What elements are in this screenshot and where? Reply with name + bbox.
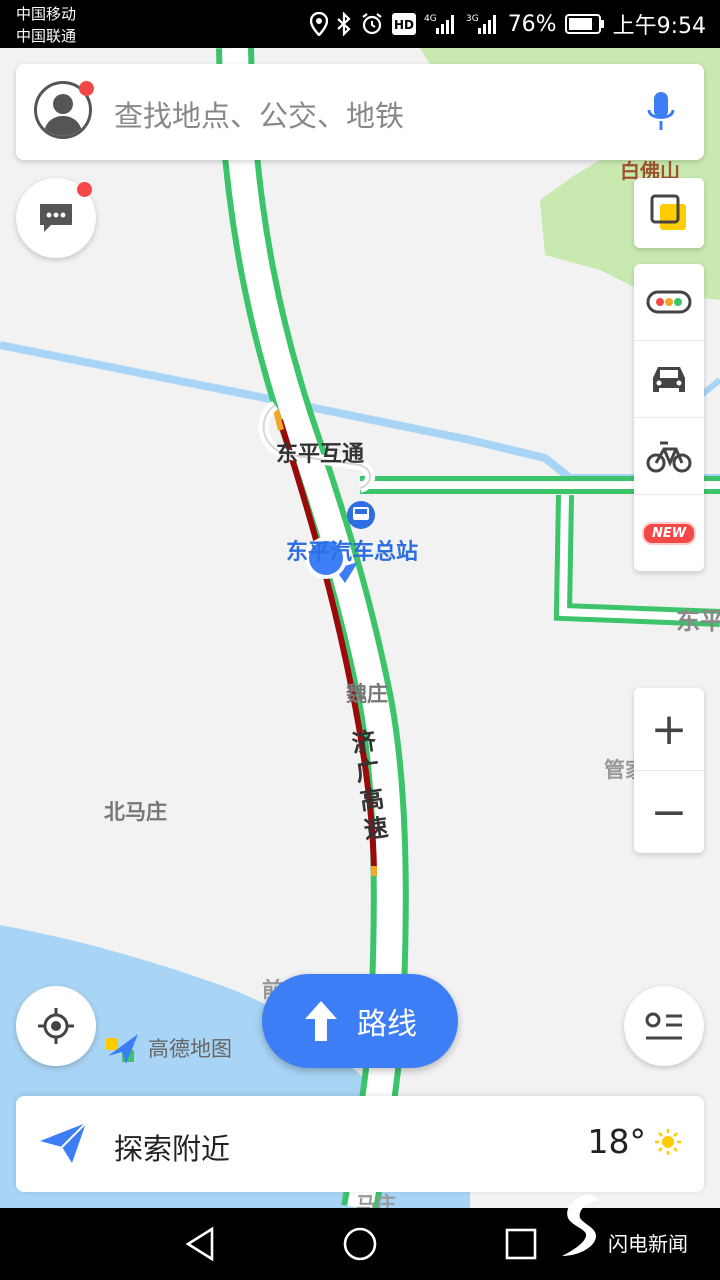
taxi-button[interactable] bbox=[634, 341, 704, 418]
car-icon bbox=[653, 367, 685, 392]
amap-logo-text: 高德地图 bbox=[148, 1037, 232, 1061]
amap-logo-icon bbox=[106, 1034, 138, 1064]
home-icon[interactable] bbox=[342, 1226, 378, 1262]
label-bus-station[interactable]: 东平汽车总站 bbox=[286, 534, 418, 566]
label-dongping-edge[interactable]: 东平 bbox=[676, 601, 720, 636]
traffic-toggle[interactable] bbox=[634, 264, 704, 341]
bluetooth-icon bbox=[336, 12, 351, 36]
zoom-out-button[interactable]: − bbox=[634, 771, 704, 853]
status-icons: HD 4G 3G 76% 上午9:54 bbox=[309, 9, 706, 39]
battery-percent: 76% bbox=[507, 11, 557, 37]
news-watermark-text: 闪电新闻 bbox=[608, 1231, 688, 1256]
bus-station-icon bbox=[347, 501, 375, 529]
hd-icon: HD bbox=[391, 13, 416, 35]
svg-text:3G: 3G bbox=[466, 14, 479, 24]
signal-3g-icon: 3G bbox=[466, 14, 496, 34]
back-icon[interactable] bbox=[184, 1226, 218, 1262]
microphone-icon[interactable] bbox=[646, 88, 676, 136]
list-icon bbox=[645, 1012, 682, 1040]
new-badge: NEW bbox=[641, 521, 697, 545]
battery-icon bbox=[564, 14, 604, 34]
label-wei-village[interactable]: 魏庄 bbox=[346, 678, 388, 708]
layers-button[interactable] bbox=[634, 178, 704, 248]
message-icon bbox=[40, 204, 72, 232]
route-arrow-icon bbox=[305, 1001, 337, 1041]
messages-notification-dot bbox=[77, 182, 92, 197]
location-icon bbox=[309, 12, 328, 36]
news-watermark: 闪电新闻 bbox=[556, 1190, 688, 1260]
sun-icon bbox=[655, 1128, 681, 1155]
carrier-1: 中国移动 bbox=[16, 5, 77, 23]
search-input[interactable]: 查找地点、公交、地铁 bbox=[114, 93, 404, 135]
search-bar[interactable]: 查找地点、公交、地铁 bbox=[16, 64, 704, 160]
zoom-in-button[interactable]: + bbox=[634, 688, 704, 771]
bike-button[interactable] bbox=[634, 418, 704, 495]
label-interchange[interactable]: 东平互通 bbox=[276, 436, 364, 468]
send-icon bbox=[40, 1122, 87, 1163]
new-feature-button[interactable]: NEW bbox=[634, 495, 704, 571]
signal-4g-icon: 4G bbox=[424, 14, 454, 34]
temperature: 18° bbox=[587, 1122, 647, 1161]
carrier-2: 中国联通 bbox=[16, 27, 77, 45]
alarm-icon bbox=[362, 13, 382, 35]
locate-icon bbox=[38, 1008, 74, 1044]
weather[interactable]: 18° bbox=[588, 1122, 683, 1161]
avatar-notification-dot bbox=[79, 81, 94, 96]
svg-text:4G: 4G bbox=[424, 14, 437, 24]
route-button[interactable]: 路线 bbox=[262, 974, 458, 1068]
locate-button[interactable] bbox=[16, 986, 96, 1066]
saved-places-button[interactable] bbox=[624, 986, 704, 1066]
clock: 上午9:54 bbox=[612, 14, 706, 39]
explore-nearby-label: 探索附近 bbox=[114, 1132, 231, 1166]
traffic-icon bbox=[646, 290, 692, 314]
route-button-label: 路线 bbox=[357, 1007, 417, 1042]
status-bar: 中国移动 中国联通 HD 4G 3G 76% 上午9:54 bbox=[0, 0, 720, 48]
recent-apps-icon[interactable] bbox=[504, 1226, 538, 1262]
amap-logo: 高德地图 bbox=[104, 1030, 232, 1066]
lightning-logo-icon bbox=[562, 1194, 600, 1256]
map-tools-panel: NEW bbox=[634, 264, 704, 571]
layers-icon bbox=[650, 194, 686, 230]
bike-icon bbox=[646, 441, 692, 473]
zoom-controls: + − bbox=[634, 688, 704, 853]
label-beima-village[interactable]: 北马庄 bbox=[104, 796, 167, 826]
explore-nearby-card[interactable]: 探索附近 18° bbox=[16, 1096, 704, 1192]
svg-text:HD: HD bbox=[394, 18, 414, 32]
